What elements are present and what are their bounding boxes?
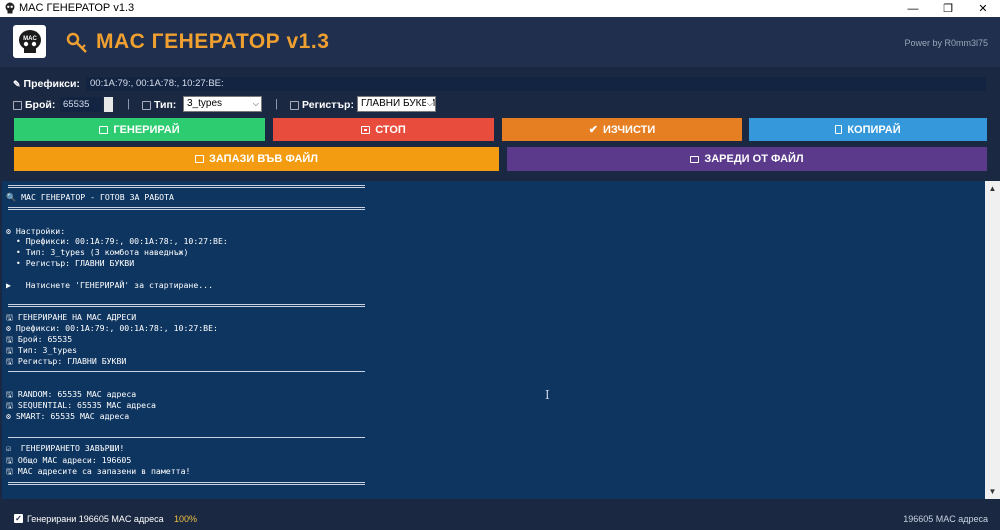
console-line: • Регистър: ГЛАВНИ БУКВИ [6, 258, 135, 268]
console-line: 🖫 SEQUENTIAL: 65535 MAC адреса [6, 400, 156, 410]
prefixes-label: Префикси: [23, 78, 80, 90]
folder-icon [690, 155, 700, 163]
floppy-icon [194, 155, 204, 163]
clear-button[interactable]: ✔ ИЗЧИСТИ [502, 118, 742, 141]
console-divider [8, 437, 365, 438]
count-label: Брой: [25, 99, 56, 111]
console-line: ▶ Натиснете 'ГЕНЕРИРАЙ' за стартиране... [6, 280, 214, 290]
generate-button-label: ГЕНЕРИРАЙ [113, 123, 180, 136]
window-titlebar: MAC ГЕНЕРАТОР v1.3 — ❐ ✕ [0, 0, 1000, 17]
case-label: Регистър: [302, 99, 354, 111]
console-scrollbar[interactable]: ▲ ▼ [985, 181, 1000, 499]
count-stepper[interactable] [104, 97, 113, 112]
output-console[interactable]: 🔍 MAC ГЕНЕРАТОР - ГОТОВ ЗА РАБОТА ⚙ Наст… [2, 181, 985, 499]
calculator-icon [13, 100, 22, 110]
save-small-icon [142, 100, 151, 110]
case-select[interactable]: ГЛАВНИ БУКВИ ⌵ [357, 96, 436, 112]
key-icon [66, 32, 87, 53]
skull-logo: MAC [13, 25, 46, 58]
checkmark-icon: ✓ [14, 514, 23, 523]
console-line: 🖫 RANDOM: 65535 MAC адреса [6, 389, 137, 399]
status-bar: ✓ Генерирани 196605 MAC адреса 100% 1966… [0, 508, 1000, 530]
console-line: ⚙ Префикси: 00:1A:79:, 00:1A:78:, 10:27:… [6, 323, 218, 333]
scroll-up-icon[interactable]: ▲ [985, 181, 1000, 196]
type-label: Тип: [154, 99, 177, 111]
copy-icon [835, 125, 843, 134]
brush-icon: ✔ [588, 124, 598, 136]
prefixes-input[interactable]: 00:1A:79:, 00:1A:78:, 10:27:BE: [86, 77, 986, 91]
console-line: 🖫 Регистър: ГЛАВНИ БУКВИ [6, 356, 127, 366]
console-line: • Префикси: 00:1A:79:, 00:1A:78:, 10:27:… [6, 236, 228, 246]
console-line: 🖫 Тип: 3_types [6, 345, 78, 355]
load-from-file-button[interactable]: ЗАРЕДИ ОТ ФАЙЛ [507, 147, 987, 171]
chevron-down-icon: ⌵ [425, 97, 433, 111]
status-text: Генерирани 196605 MAC адреса [27, 514, 164, 524]
power-by-label: Power by R0mm3l75 [904, 38, 988, 48]
count-label-group: Брой: [13, 99, 55, 111]
type-label-group: Тип: [142, 99, 176, 111]
case-select-value: ГЛАВНИ БУКВИ [361, 98, 436, 109]
separator: | [275, 98, 278, 110]
type-select[interactable]: 3_types ⌵ [183, 96, 262, 112]
text-case-icon [290, 100, 299, 110]
generate-button[interactable]: ГЕНЕРИРАЙ [14, 118, 265, 141]
restore-button[interactable]: ❐ [933, 0, 963, 17]
generate-icon [99, 125, 109, 134]
scroll-down-icon[interactable]: ▼ [985, 484, 1000, 499]
case-label-group: Регистър: [290, 99, 354, 111]
logo-text: MAC [23, 36, 37, 42]
window-title: MAC ГЕНЕРАТОР v1.3 [19, 2, 135, 14]
skull-icon: MAC [18, 29, 41, 53]
save-to-file-button[interactable]: ЗАПАЗИ ВЪВ ФАЙЛ [14, 147, 499, 171]
separator: | [127, 98, 130, 110]
prefixes-label-group: ✎ Префикси: [13, 78, 80, 90]
progress-percent: 100% [174, 514, 198, 524]
console-line: 🖫 MAC адресите са запазени в паметта! [6, 466, 191, 476]
copy-button-label: КОПИРАЙ [847, 123, 901, 136]
chevron-down-icon: ⌵ [252, 99, 259, 108]
app-title: MAC ГЕНЕРАТОР v1.3 [96, 30, 330, 53]
type-select-value: 3_types [187, 98, 223, 109]
console-divider [8, 185, 365, 188]
stop-button[interactable]: СТОП [273, 118, 494, 141]
console-line: 🖫 Общо MAC адреси: 196605 [6, 455, 132, 465]
settings-panel: ✎ Префикси: 00:1A:79:, 00:1A:78:, 10:27:… [0, 67, 1000, 180]
console-line: ☑ ГЕНЕРИРАНЕТО ЗАВЪРШИ! [6, 443, 125, 453]
pencil-icon: ✎ [13, 78, 21, 89]
console-divider [8, 207, 365, 210]
copy-button[interactable]: КОПИРАЙ [749, 118, 987, 141]
text-cursor-icon: I [545, 388, 550, 402]
console-line: 🖫 ГЕНЕРИРАНЕ НА MAC АДРЕСИ [6, 312, 137, 322]
console-line: 🔍 MAC ГЕНЕРАТОР - ГОТОВ ЗА РАБОТА [6, 192, 174, 202]
console-line: 🖫 Брой: 65535 [6, 334, 73, 344]
skull-app-icon [5, 2, 15, 14]
console-divider [8, 371, 365, 372]
minimize-button[interactable]: — [898, 0, 928, 17]
app-header: MAC MAC ГЕНЕРАТОР v1.3 Power by R0mm3l75 [0, 17, 1000, 67]
console-divider [8, 304, 365, 307]
console-line: ⚙ SMART: 65535 MAC адреса [6, 411, 130, 421]
stop-button-label: СТОП [375, 123, 406, 136]
close-button[interactable]: ✕ [968, 0, 998, 17]
load-button-label: ЗАРЕДИ ОТ ФАЙЛ [704, 153, 804, 165]
clear-button-label: ИЗЧИСТИ [602, 123, 656, 136]
console-line: • Тип: 3_types (3 комбота наведнъж) [6, 247, 189, 257]
count-input[interactable]: 65535 [60, 97, 102, 112]
save-button-label: ЗАПАЗИ ВЪВ ФАЙЛ [208, 153, 319, 165]
console-divider [8, 482, 365, 485]
stop-icon [361, 125, 371, 134]
status-count: 196605 MAC адреса [903, 514, 988, 524]
